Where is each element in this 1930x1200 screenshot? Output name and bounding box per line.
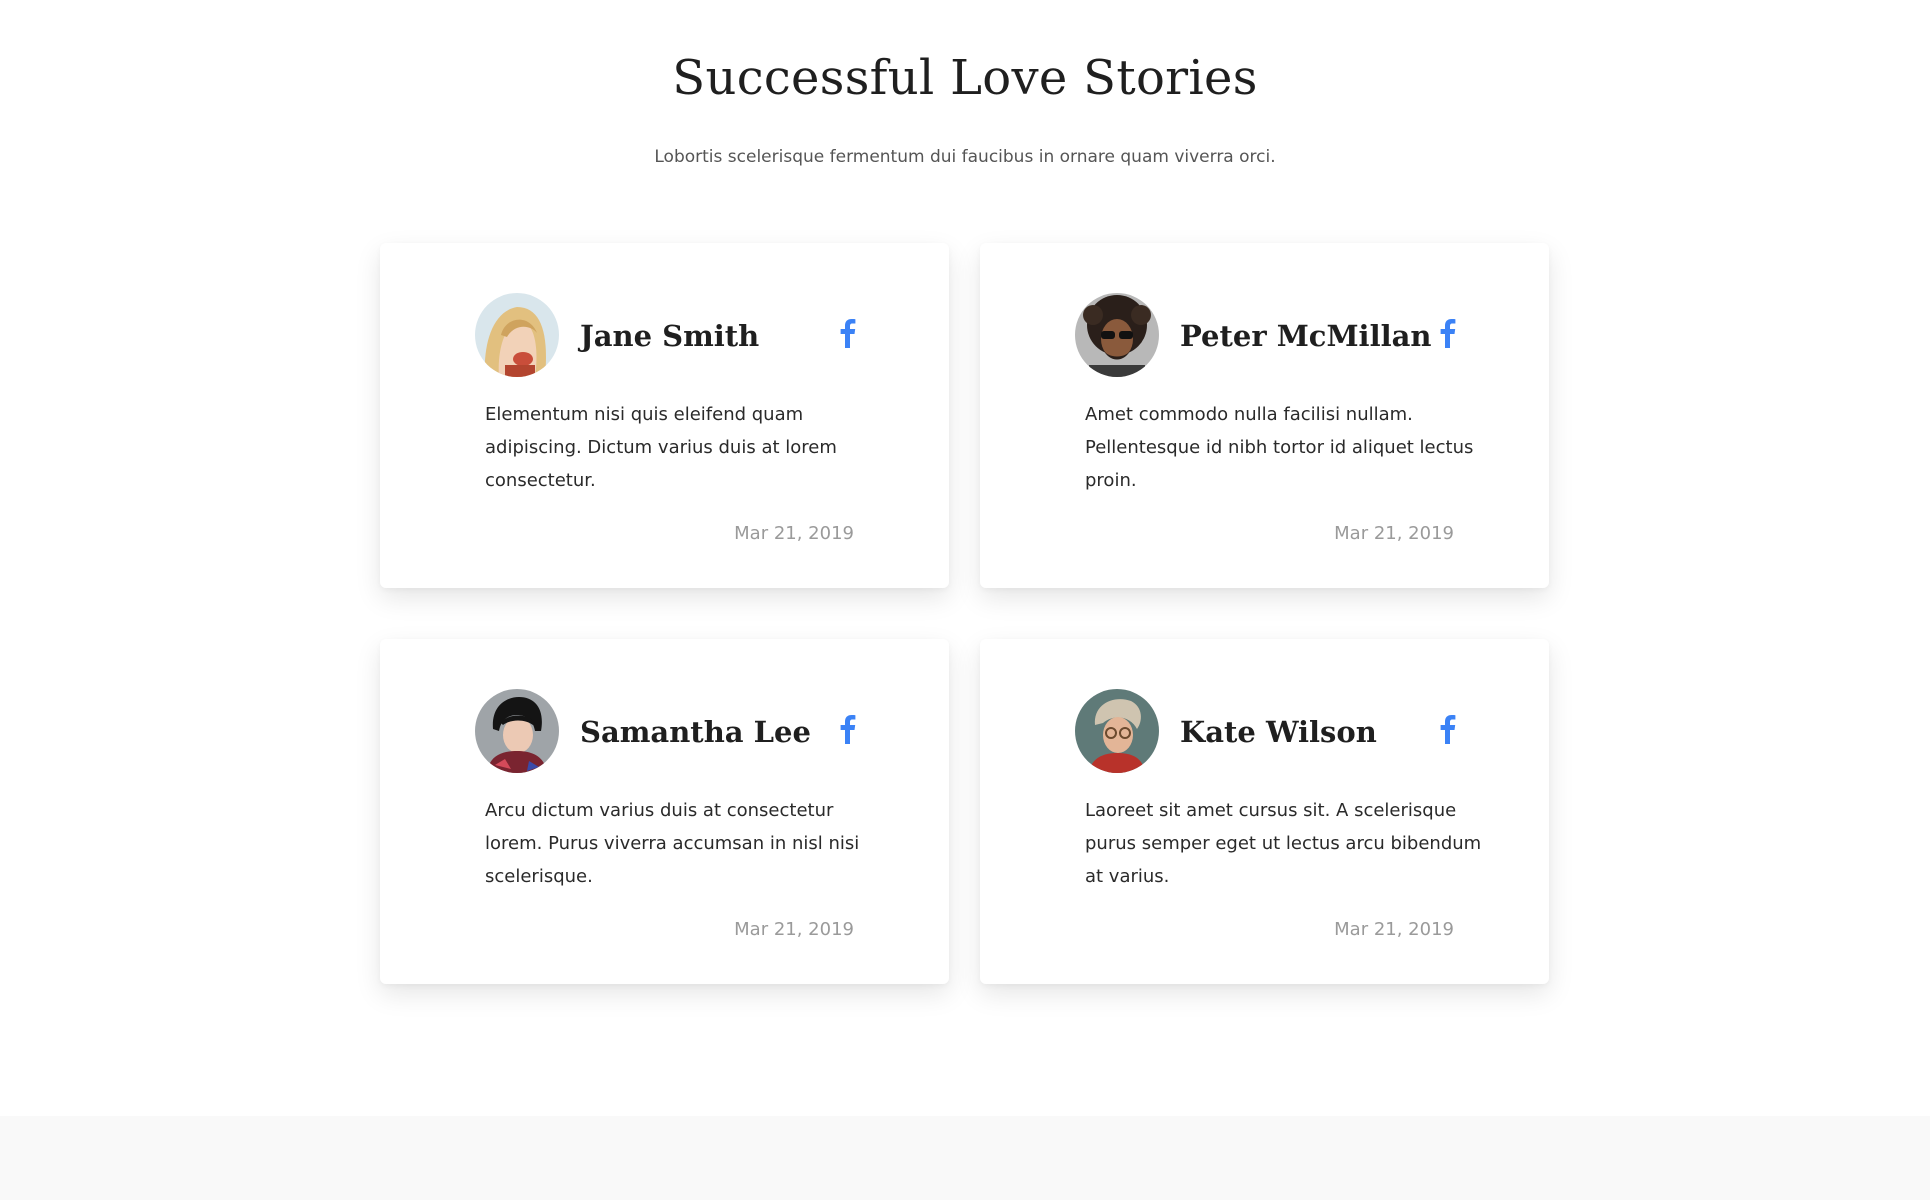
story-date: Mar 21, 2019 <box>1334 919 1454 940</box>
facebook-link[interactable] <box>1433 316 1463 350</box>
facebook-icon <box>840 319 856 348</box>
story-card: Samantha Lee Arcu dictum varius duis at … <box>380 639 949 984</box>
story-card: Kate Wilson Laoreet sit amet cursus sit.… <box>980 639 1549 984</box>
story-name: Kate Wilson <box>1180 715 1377 749</box>
avatar <box>475 293 559 377</box>
section-title: Successful Love Stories <box>672 50 1258 106</box>
avatar <box>475 689 559 773</box>
avatar <box>1075 293 1159 377</box>
facebook-link[interactable] <box>833 316 863 350</box>
story-date: Mar 21, 2019 <box>734 919 854 940</box>
avatar <box>1075 689 1159 773</box>
footer-band <box>0 1116 1930 1200</box>
story-name: Samantha Lee <box>580 715 811 749</box>
story-text: Laoreet sit amet cursus sit. A scelerisq… <box>1085 800 1482 887</box>
love-stories-section: Successful Love Stories Lobortis sceleri… <box>0 0 1930 1116</box>
avatar-photo <box>1075 293 1159 377</box>
story-date: Mar 21, 2019 <box>734 523 854 544</box>
facebook-icon <box>1440 715 1456 744</box>
avatar-photo <box>1075 689 1159 773</box>
facebook-icon <box>840 715 856 744</box>
story-card: Jane Smith Elementum nisi quis eleifend … <box>380 243 949 588</box>
section-subtitle: Lobortis scelerisque fermentum dui fauci… <box>654 147 1276 167</box>
avatar-photo <box>475 689 559 773</box>
story-date: Mar 21, 2019 <box>1334 523 1454 544</box>
story-card: Peter McMillan Amet commodo nulla facili… <box>980 243 1549 588</box>
facebook-link[interactable] <box>833 712 863 746</box>
story-text: Amet commodo nulla facilisi nullam. Pell… <box>1085 404 1474 491</box>
story-name: Peter McMillan <box>1180 319 1432 353</box>
story-text: Elementum nisi quis eleifend quam adipis… <box>485 404 837 491</box>
story-name: Jane Smith <box>580 319 760 353</box>
facebook-icon <box>1440 319 1456 348</box>
facebook-link[interactable] <box>1433 712 1463 746</box>
story-text: Arcu dictum varius duis at consectetur l… <box>485 800 860 887</box>
avatar-photo <box>475 293 559 377</box>
